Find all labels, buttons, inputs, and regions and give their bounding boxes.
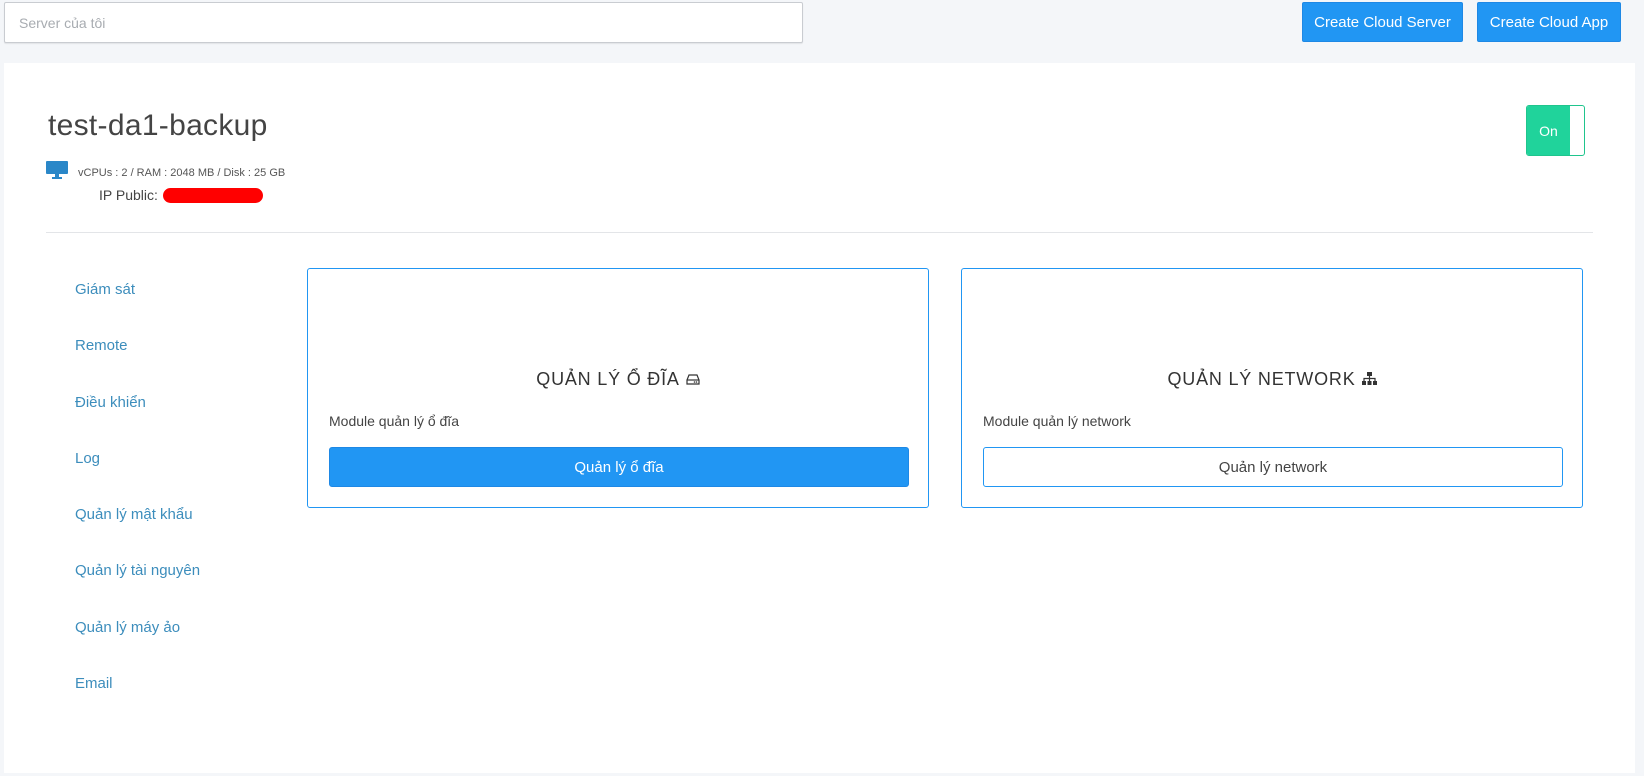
disk-card-title-text: QUẢN LÝ Ổ ĐĨA <box>536 369 680 389</box>
sidebar-item-giam-sat[interactable]: Giám sát <box>75 279 200 335</box>
manage-network-button[interactable]: Quản lý network <box>983 447 1563 487</box>
sidebar-item-dieu-khien[interactable]: Điều khiển <box>75 392 200 448</box>
server-search-input[interactable] <box>5 3 802 42</box>
sidebar-item-log[interactable]: Log <box>75 448 200 504</box>
sidebar-item-quan-ly-mat-khau[interactable]: Quản lý mật khẩu <box>75 504 200 560</box>
sidebar-item-quan-ly-may-ao[interactable]: Quản lý máy ảo <box>75 617 200 673</box>
create-cloud-app-button[interactable]: Create Cloud App <box>1477 2 1621 42</box>
ip-redaction-mark <box>162 187 263 203</box>
disk-management-card: QUẢN LÝ Ổ ĐĨA Module quản lý ổ đĩa Quản … <box>307 268 929 508</box>
power-toggle-label: On <box>1527 106 1570 155</box>
manage-disk-button[interactable]: Quản lý ổ đĩa <box>329 447 909 487</box>
server-detail-panel: test-da1-backup vCPUs : 2 / RAM : 2048 M… <box>4 63 1635 773</box>
sitemap-icon <box>1356 369 1377 390</box>
network-card-description: Module quản lý network <box>983 413 1131 429</box>
power-toggle[interactable]: On <box>1526 105 1585 156</box>
header-divider <box>46 232 1593 233</box>
sidebar-item-quan-ly-tai-nguyen[interactable]: Quản lý tài nguyên <box>75 560 200 616</box>
server-sidebar-nav: Giám sát Remote Điều khiển Log Quản lý m… <box>75 279 200 729</box>
hdd-icon <box>680 369 700 390</box>
monitor-icon <box>45 160 69 180</box>
create-cloud-server-button[interactable]: Create Cloud Server <box>1302 2 1463 42</box>
sidebar-item-remote[interactable]: Remote <box>75 335 200 391</box>
server-name-title: test-da1-backup <box>48 109 268 142</box>
server-specs: vCPUs : 2 / RAM : 2048 MB / Disk : 25 GB <box>78 167 286 179</box>
disk-card-title: QUẢN LÝ Ổ ĐĨA <box>308 369 928 390</box>
network-card-title-text: QUẢN LÝ NETWORK <box>1167 369 1356 389</box>
server-search-field[interactable] <box>4 2 803 43</box>
disk-card-description: Module quản lý ổ đĩa <box>329 413 459 429</box>
ip-public-line: IP Public: <box>99 187 263 203</box>
sidebar-item-email[interactable]: Email <box>75 673 200 729</box>
ip-public-label: IP Public: <box>99 187 158 203</box>
network-card-title: QUẢN LÝ NETWORK <box>962 369 1582 390</box>
network-management-card: QUẢN LÝ NETWORK Module quản lý network Q… <box>961 268 1583 508</box>
